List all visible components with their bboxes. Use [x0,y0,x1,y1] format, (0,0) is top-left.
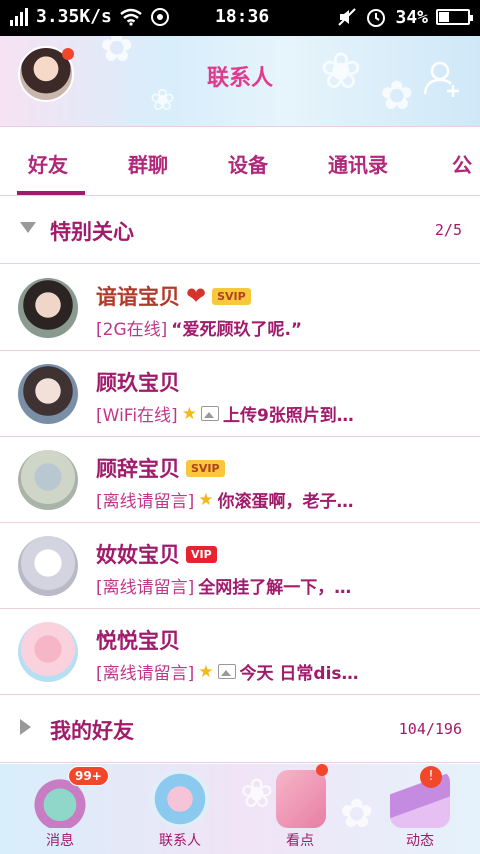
contact-status: [离线请留言] ★ 你滚蛋啊，老子… [96,487,416,513]
svip-badge: SVIP [186,459,225,477]
contact-row[interactable]: 悦悦宝贝 [离线请留言] ★ 今天 日常dis… [0,609,480,695]
contact-name: 奻奻宝贝 [96,543,180,567]
contact-status: [离线请留言] ★ 今天 日常dis… [96,659,416,685]
section-label: 我的好友 [50,719,134,743]
star-icon: ★ [198,661,214,682]
contact-status: [离线请留言] 全网挂了解一下，… [96,573,416,598]
contact-name: 顾辞宝贝 [96,457,180,481]
status-bar: 3.35K/s 18:36 34% [0,0,480,36]
tab-devices[interactable]: 设备 [228,149,268,178]
vip-badge: VIP [186,545,217,563]
star-icon: ★ [198,489,214,510]
collapse-arrow-icon [20,719,31,735]
nav-label: 联系人 [159,833,201,849]
tab-friends[interactable]: 好友 [28,149,68,178]
tab-groups[interactable]: 群聊 [128,149,168,178]
section-count: 2/5 [434,221,462,239]
notification-dot [316,764,328,776]
signature-text: 上传9张照片到… [222,406,354,426]
signature-text: 你滚蛋啊，老子… [217,492,354,512]
contact-status: [2G在线] “爱死顾玖了呢.” [96,315,416,340]
battery-icon [436,9,473,25]
record-icon [150,7,169,26]
tab-address-book[interactable]: 通讯录 [328,149,388,178]
contact-name-row: 顾玖宝贝 [96,367,180,397]
online-status: [WiFi在线] [96,406,178,426]
contact-row[interactable]: 奻奻宝贝 VIP [离线请留言] 全网挂了解一下，… [0,523,480,609]
add-contact-icon[interactable] [422,58,462,98]
contact-status: [WiFi在线] ★ 上传9张照片到… [96,401,416,427]
section-my-friends[interactable]: 我的好友 104/196 [0,695,480,763]
page-title: 联系人 [206,66,273,91]
tab-active-indicator [17,191,85,195]
battery-percent: 34% [395,6,428,28]
contact-row[interactable]: 谙谙宝贝 ❤ SVIP [2G在线] “爱死顾玖了呢.” [0,265,480,351]
clock: 18:36 [215,6,270,27]
signature-text: 全网挂了解一下，… [198,578,352,598]
online-status: [离线请留言] [96,664,195,684]
photo-icon [200,406,219,421]
contact-name: 顾玖宝贝 [96,371,180,395]
section-count: 104/196 [398,720,462,738]
unread-count-badge: 99+ [68,766,109,786]
status-right: 34% [337,6,473,28]
header: ✿ ❀ ✿ ❀ 联系人 [0,36,480,126]
section-special-care[interactable]: 特别关心 2/5 [0,196,480,264]
signal-icon [10,7,28,26]
status-left: 3.35K/s [10,6,170,27]
online-status: [离线请留言] [96,578,195,598]
contact-avatar [18,278,78,338]
signature-text: 今天 日常dis… [239,664,359,684]
contact-name: 谙谙宝贝 [96,285,180,309]
nav-label: 动态 [406,833,434,849]
contact-row[interactable]: 顾玖宝贝 [WiFi在线] ★ 上传9张照片到… [0,351,480,437]
heart-icon: ❤ [186,282,207,310]
svip-badge: SVIP [212,287,251,305]
expand-arrow-icon [20,222,36,233]
contact-avatar [18,622,78,682]
mute-icon [338,8,357,26]
online-status: [2G在线] [96,320,168,340]
tab-bar: 好友 群聊 设备 通讯录 公 [0,126,480,196]
nav-contacts[interactable]: 联系人 [120,764,240,854]
contact-name-row: 谙谙宝贝 ❤ SVIP [96,281,251,311]
contact-name-row: 顾辞宝贝 SVIP [96,453,225,483]
star-icon: ★ [181,403,197,424]
photo-icon [217,664,236,679]
book-icon [276,770,326,828]
contact-name-row: 悦悦宝贝 [96,625,180,655]
contact-name: 悦悦宝贝 [96,629,180,653]
section-label: 特别关心 [50,220,134,244]
contact-row[interactable]: 顾辞宝贝 SVIP [离线请留言] ★ 你滚蛋啊，老子… [0,437,480,523]
alert-badge: ! [420,766,442,788]
nav-discover[interactable]: 看点 [240,764,360,854]
bottom-nav: ❀ ✿ 99+ 消息 联系人 看点 ! 动态 [0,764,480,854]
nav-label: 消息 [46,833,74,849]
wifi-icon [120,8,142,26]
online-status: [离线请留言] [96,492,195,512]
contact-avatar [18,450,78,510]
nav-label: 看点 [286,833,314,849]
contact-avatar [18,536,78,596]
contacts-icon [150,770,210,828]
notification-dot [62,48,74,60]
contact-name-row: 奻奻宝贝 VIP [96,539,217,569]
tab-public[interactable]: 公 [452,149,472,178]
alarm-icon [367,9,386,27]
nav-feed[interactable]: ! 动态 [360,764,480,854]
signature-text: “爱死顾玖了呢.” [171,320,303,340]
contact-avatar [18,364,78,424]
network-speed: 3.35K/s [36,6,112,27]
nav-messages[interactable]: 99+ 消息 [0,764,120,854]
